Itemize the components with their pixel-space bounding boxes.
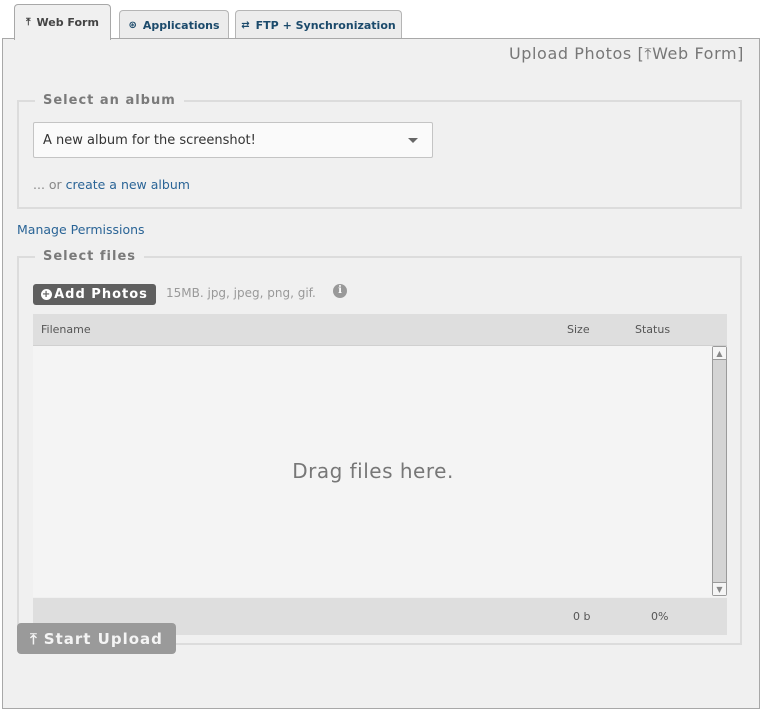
tab-ftp-synchronization[interactable]: ⇄ FTP + Synchronization [235,10,402,39]
page-title: Upload Photos [⤒Web Form] [509,44,744,64]
tab-label: Applications [142,18,220,32]
manage-permissions-link[interactable]: Manage Permissions [17,222,145,237]
file-list-header: Filename Size Status [33,314,727,346]
album-select[interactable]: A new album for the screenshot! [33,122,433,158]
or-text: ... or [33,177,66,192]
start-upload-label: Start Upload [43,629,163,648]
sync-arrows-icon: ⇄ [241,19,250,31]
info-icon[interactable]: i [333,284,347,298]
upload-icon: ⤒ [30,629,38,648]
plus-circle-icon: + [41,289,53,300]
files-legend: Select files [43,249,137,264]
column-filename: Filename [41,323,91,336]
tab-label: Web Form [36,16,99,29]
column-size: Size [567,323,590,336]
create-album-line: ... or create a new album [33,177,190,192]
drag-files-message: Drag files here. [292,459,454,483]
upload-icon: ⤒ [26,17,31,28]
web-form-panel: Upload Photos [⤒Web Form] Select an albu… [2,38,760,709]
total-size: 0 b [573,610,591,623]
file-list-scrollbar[interactable]: ▲ ▼ [712,346,727,596]
album-select-value: A new album for the screenshot! [43,132,256,148]
upload-icon: ⤒ [644,44,653,63]
add-photos-label: Add Photos [54,287,148,302]
album-legend: Select an album [43,93,176,108]
add-photos-button[interactable]: + Add Photos [33,284,156,305]
total-percent: 0% [651,610,669,623]
file-limits-text: 15MB. jpg, jpeg, png, gif. [166,286,316,300]
drop-zone[interactable]: Drag files here. ▲ ▼ [33,346,727,597]
tab-web-form[interactable]: ⤒ Web Form [14,4,111,40]
globe-icon: ⊛ [128,19,137,31]
column-status: Status [635,323,671,336]
title-suffix: Web Form] [652,44,744,63]
tab-label: FTP + Synchronization [255,18,396,32]
start-upload-button[interactable]: ⤒ Start Upload [17,623,176,654]
album-fieldset: Select an album A new album for the scre… [17,93,742,209]
scroll-up-icon[interactable]: ▲ [713,347,726,360]
tab-applications[interactable]: ⊛ Applications [119,10,229,39]
create-album-link[interactable]: create a new album [66,177,190,192]
title-prefix: Upload Photos [ [508,44,645,63]
chevron-down-icon [408,138,418,143]
file-list: Filename Size Status Drag files here. ▲ … [33,314,727,635]
files-fieldset: Select files + Add Photos 15MB. jpg, jpe… [17,249,742,645]
scroll-down-icon[interactable]: ▼ [713,582,726,595]
